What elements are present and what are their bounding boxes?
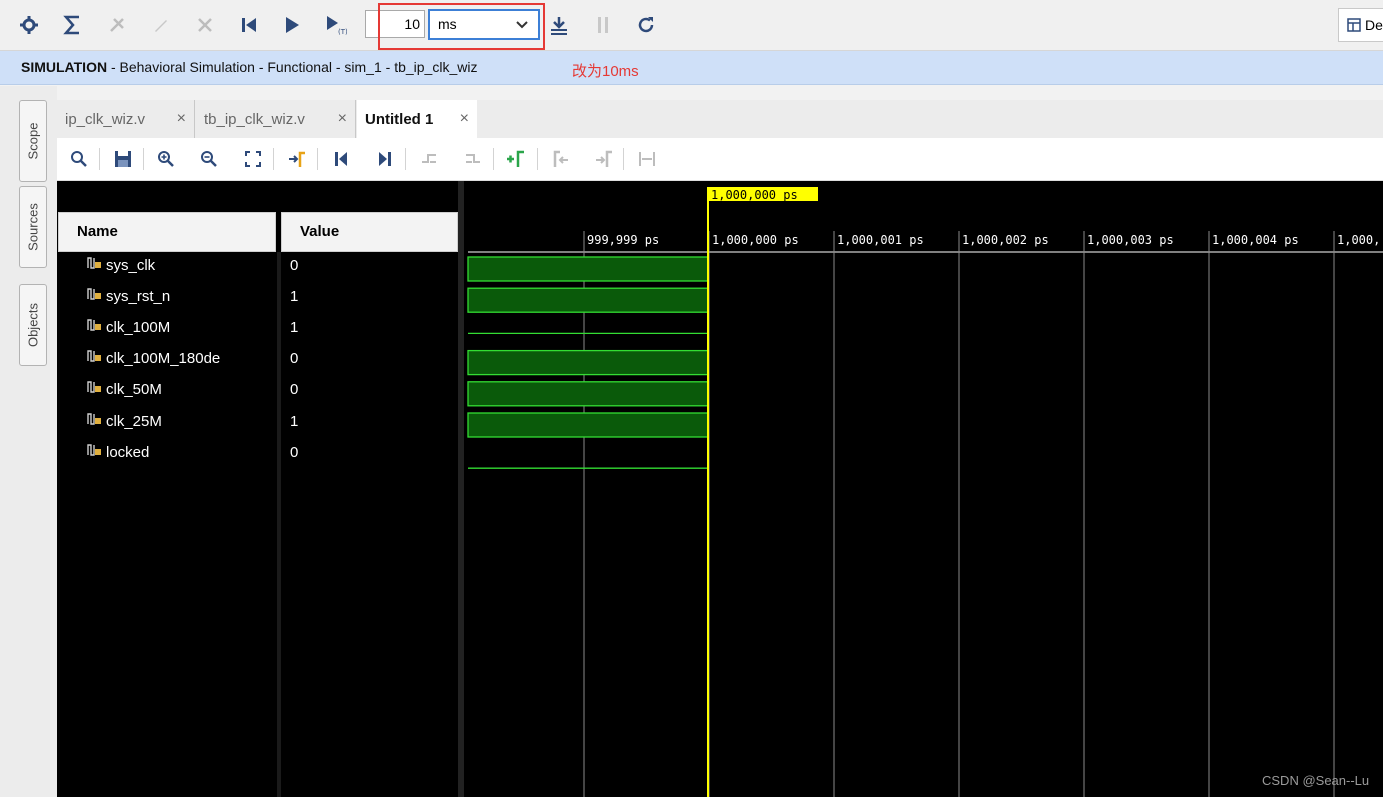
signal-icon <box>86 349 102 367</box>
waveform-trace <box>467 256 709 282</box>
tab-untitled-1[interactable]: Untitled 1 × <box>357 100 477 138</box>
run-for-time-icon[interactable]: (T) <box>323 12 349 38</box>
svg-text:(T): (T) <box>338 28 347 35</box>
waveform-trace <box>467 349 709 376</box>
waveform-trace <box>467 412 709 438</box>
column-divider[interactable] <box>277 252 281 797</box>
signal-value: 0 <box>290 350 299 367</box>
watermark: CSDN @Sean--Lu <box>1262 773 1370 788</box>
zoom-in-icon[interactable] <box>154 147 178 171</box>
side-tab-scope[interactable]: Scope <box>19 100 47 182</box>
restart-icon[interactable] <box>236 12 262 38</box>
signal-icon <box>86 318 102 336</box>
signal-name-clk-50m[interactable]: clk_50M <box>86 380 162 398</box>
save-icon[interactable] <box>111 147 135 171</box>
time-tick-label: 1,000,000 ps <box>712 233 799 247</box>
simulation-details: - Behavioral Simulation - Functional - s… <box>107 59 478 75</box>
go-to-start-icon[interactable] <box>329 147 353 171</box>
value-column-header[interactable]: Value <box>281 212 458 252</box>
simulation-mode: SIMULATION <box>21 59 108 75</box>
pause-icon[interactable] <box>590 12 616 38</box>
next-marker-icon[interactable] <box>592 147 616 171</box>
side-tab-sources[interactable]: Sources <box>19 186 47 268</box>
signal-icon <box>86 380 102 398</box>
time-unit-select[interactable]: ms <box>428 9 540 40</box>
time-unit-value: ms <box>438 16 457 32</box>
time-tick-label: 1,000,003 ps <box>1087 233 1174 247</box>
time-tick-label: 1,000,002 ps <box>962 233 1049 247</box>
time-tick-label: 999,999 ps <box>587 233 659 247</box>
signal-name-clk-25m[interactable]: clk_25M <box>86 412 162 430</box>
waveform-trace <box>467 381 709 407</box>
close-icon[interactable]: × <box>177 110 186 128</box>
main-toolbar: (T) ms De <box>0 0 1383 51</box>
zoom-fit-icon[interactable] <box>241 147 265 171</box>
document-tab-bar: ip_clk_wiz.v × tb_ip_clk_wiz.v × Untitled … <box>57 100 1383 138</box>
close-icon[interactable]: × <box>460 110 469 128</box>
disabled-close-icon[interactable] <box>192 12 218 38</box>
signal-value: 1 <box>290 319 299 336</box>
signal-icon <box>86 443 102 461</box>
step-icon[interactable] <box>546 12 572 38</box>
search-icon[interactable] <box>67 147 91 171</box>
side-tab-strip: Scope Sources Objects <box>0 86 57 797</box>
zoom-out-icon[interactable] <box>197 147 221 171</box>
signal-icon <box>86 412 102 430</box>
waveform-trace <box>467 287 709 313</box>
time-tick-label: 1,000,004 ps <box>1212 233 1299 247</box>
disabled-pencil-icon[interactable] <box>148 12 174 38</box>
go-to-end-icon[interactable] <box>373 147 397 171</box>
layout-button-label: De <box>1365 17 1383 33</box>
go-to-cursor-icon[interactable] <box>285 147 309 171</box>
annotation-text: 改为10ms <box>572 63 639 80</box>
previous-marker-icon[interactable] <box>549 147 573 171</box>
signal-icon <box>86 256 102 274</box>
close-icon[interactable]: × <box>338 110 347 128</box>
settings-gear-icon[interactable] <box>16 12 42 38</box>
signal-name-clk-100m[interactable]: clk_100M <box>86 318 170 336</box>
side-tab-objects[interactable]: Objects <box>19 284 47 366</box>
simulation-banner: SIMULATION - Behavioral Simulation - Fun… <box>0 51 1383 85</box>
next-transition-icon[interactable] <box>461 147 485 171</box>
tab-tb-ip-clk-wiz[interactable]: tb_ip_clk_wiz.v × <box>196 100 356 138</box>
add-marker-icon[interactable] <box>504 147 528 171</box>
signal-value: 0 <box>290 257 299 274</box>
signal-name-clk-100m-180de[interactable]: clk_100M_180de <box>86 349 220 367</box>
wave-toolbar <box>57 138 1383 181</box>
layout-button[interactable]: De <box>1338 8 1383 42</box>
signal-name-sys-rst-n[interactable]: sys_rst_n <box>86 287 170 305</box>
relaunch-icon[interactable] <box>633 12 659 38</box>
run-time-input[interactable] <box>365 10 425 38</box>
signal-name-sys-clk[interactable]: sys_clk <box>86 256 155 274</box>
previous-transition-icon[interactable] <box>417 147 441 171</box>
waveform-canvas[interactable]: 999,999 ps 1,000,000 ps 1,000,001 ps 1,000,… <box>464 181 1383 797</box>
signal-icon <box>86 287 102 305</box>
time-tick-label: 1,000, <box>1337 233 1380 247</box>
name-column-header[interactable]: Name <box>58 212 276 252</box>
chevron-down-icon <box>516 21 528 29</box>
tab-ip-clk-wiz[interactable]: ip_clk_wiz.v × <box>57 100 195 138</box>
time-tick-label: 1,000,001 ps <box>837 233 924 247</box>
signal-value: 0 <box>290 444 299 461</box>
cursor-time-label: 1,000,000 ps <box>711 188 798 202</box>
disabled-tool-icon[interactable] <box>104 12 130 38</box>
signal-value: 0 <box>290 381 299 398</box>
signal-name-locked[interactable]: locked <box>86 443 149 461</box>
layout-icon <box>1347 18 1361 32</box>
swap-cursors-icon[interactable] <box>635 147 659 171</box>
signal-value: 1 <box>290 413 299 430</box>
signal-value: 1 <box>290 288 299 305</box>
run-all-icon[interactable] <box>279 12 305 38</box>
sigma-icon[interactable] <box>60 12 86 38</box>
